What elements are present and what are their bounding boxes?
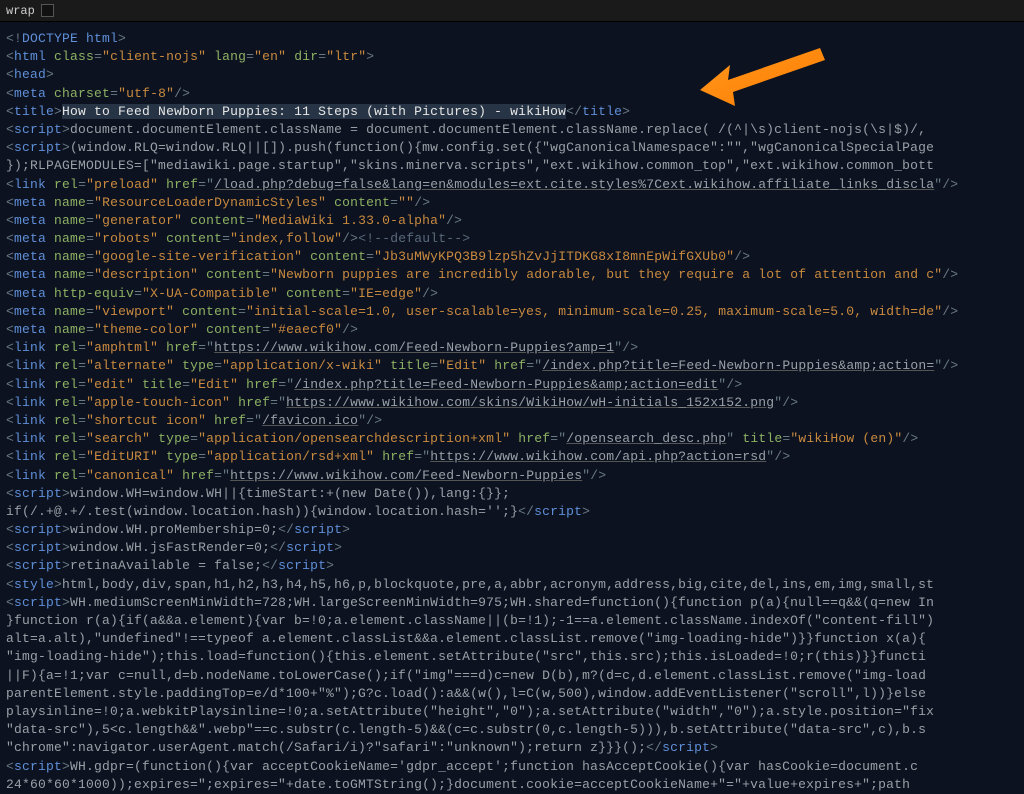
wrap-label: wrap [6, 4, 35, 18]
code-line: <meta name="description" content="Newbor… [6, 266, 1024, 284]
toolbar: wrap [0, 0, 1024, 22]
code-line: <script>window.WH=window.WH||{timeStart:… [6, 485, 1024, 503]
code-line: 24*60*60*1000));expires=";expires="+date… [6, 776, 1024, 794]
code-line: <link rel="amphtml" href="https://www.wi… [6, 339, 1024, 357]
code-line: <link rel="apple-touch-icon" href="https… [6, 394, 1024, 412]
code-line: <link rel="EditURI" type="application/rs… [6, 448, 1024, 466]
code-line: <meta name="theme-color" content="#eaecf… [6, 321, 1024, 339]
code-line: "data-src"),5<c.length&&".webp"==c.subst… [6, 721, 1024, 739]
code-line: <link rel="search" type="application/ope… [6, 430, 1024, 448]
code-line: <html class="client-nojs" lang="en" dir=… [6, 48, 1024, 66]
code-line: <link rel="canonical" href="https://www.… [6, 467, 1024, 485]
code-line: <meta name="viewport" content="initial-s… [6, 303, 1024, 321]
code-line: <link rel="alternate" type="application/… [6, 357, 1024, 375]
code-line: <!DOCTYPE html> [6, 30, 1024, 48]
code-line: <link rel="edit" title="Edit" href="/ind… [6, 376, 1024, 394]
code-line: <script>document.documentElement.classNa… [6, 121, 1024, 139]
code-line: "chrome":navigator.userAgent.match(/Safa… [6, 739, 1024, 757]
code-line: <meta http-equiv="X-UA-Compatible" conte… [6, 285, 1024, 303]
wrap-checkbox[interactable] [41, 4, 54, 17]
code-line: <meta name="google-site-verification" co… [6, 248, 1024, 266]
source-code-viewer[interactable]: <!DOCTYPE html><html class="client-nojs"… [0, 22, 1024, 794]
code-line: parentElement.style.paddingTop=e/d*100+"… [6, 685, 1024, 703]
code-line: <script>(window.RLQ=window.RLQ||[]).push… [6, 139, 1024, 157]
code-line: <script>WH.mediumScreenMinWidth=728;WH.l… [6, 594, 1024, 612]
code-line: <link rel="shortcut icon" href="/favicon… [6, 412, 1024, 430]
code-line: <style>html,body,div,span,h1,h2,h3,h4,h5… [6, 576, 1024, 594]
code-line: <head> [6, 66, 1024, 84]
code-line: playsinline=!0;a.webkitPlaysinline=!0;a.… [6, 703, 1024, 721]
code-line: alt=a.alt),"undefined"!==typeof a.elemen… [6, 630, 1024, 648]
code-line: <script>WH.gdpr=(function(){var acceptCo… [6, 758, 1024, 776]
code-line: <script>window.WH.proMembership=0;</scri… [6, 521, 1024, 539]
code-line: <meta name="robots" content="index,follo… [6, 230, 1024, 248]
code-line: <link rel="preload" href="/load.php?debu… [6, 176, 1024, 194]
code-line: });RLPAGEMODULES=["mediawiki.page.startu… [6, 157, 1024, 175]
code-line: }function r(a){if(a&&a.element){var b=!0… [6, 612, 1024, 630]
code-line: <meta name="ResourceLoaderDynamicStyles"… [6, 194, 1024, 212]
code-line: ||F){a=!1;var c=null,d=b.nodeName.toLowe… [6, 667, 1024, 685]
code-line: <meta name="generator" content="MediaWik… [6, 212, 1024, 230]
code-line: <script>retinaAvailable = false;</script… [6, 557, 1024, 575]
code-line: <script>window.WH.jsFastRender=0;</scrip… [6, 539, 1024, 557]
code-line: if(/.+@.+/.test(window.location.hash)){w… [6, 503, 1024, 521]
code-line: "img-loading-hide");this.load=function()… [6, 648, 1024, 666]
code-line: <title>How to Feed Newborn Puppies: 11 S… [6, 103, 1024, 121]
code-line: <meta charset="utf-8"/> [6, 85, 1024, 103]
